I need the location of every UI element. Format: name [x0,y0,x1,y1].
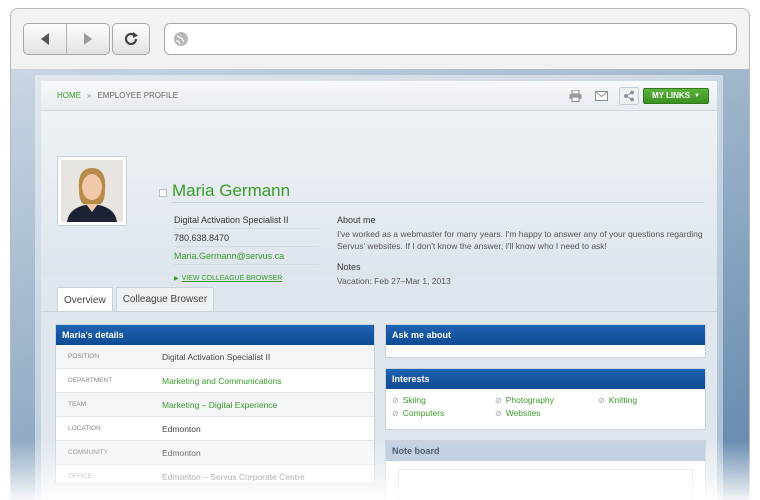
detail-value: Edmonton [162,447,201,458]
print-button[interactable] [567,89,585,103]
name-divider [172,202,704,203]
tag-icon: ⊘ [598,395,605,405]
interests-heading: Interests [386,369,705,389]
contact-info: Digital Activation Specialist II 780.638… [174,211,319,282]
noteboard-input[interactable] [398,469,693,500]
interest-label: Computers [402,408,445,418]
about-text: I've worked as a webmaster for many year… [337,229,703,251]
detail-value: Digital Activation Specialist II [162,351,271,362]
my-links-button[interactable]: MY LINKS ▼ [642,87,709,104]
interest-label: Knitting [608,395,638,405]
about-heading: About me [337,215,376,225]
my-links-label: MY LINKS [651,91,691,100]
interest-item[interactable]: ⊘ Skiing [392,395,495,405]
tab-colleague-browser[interactable]: Colleague Browser [115,287,215,311]
forward-button[interactable] [66,24,109,54]
forward-arrow-icon [84,33,92,45]
department-link[interactable]: Marketing and Communications [162,376,282,386]
breadcrumb-current: EMPLOYEE PROFILE [97,91,178,100]
triangle-right-icon: ▶ [174,276,179,282]
detail-row-location: LOCATION Edmonton [56,417,374,441]
interests-list: ⊘ Skiing ⊘ Photography ⊘ Knitting ⊘ Computer… [386,389,705,418]
browser-window: HOME » EMPLOYEE PROFILE MY LINKS ▼ Maria… [10,8,750,500]
about-section: About me I've worked as a webmaster for … [337,215,707,287]
detail-row-position: POSITION Digital Activation Specialist I… [56,345,374,369]
detail-row-department: DEPARTMENT Marketing and Communications [56,369,374,393]
detail-key: DEPARTMENT [68,377,113,384]
phone-number: 780.638.8470 [174,229,319,247]
details-rows: POSITION Digital Activation Specialist I… [56,345,374,489]
interest-item[interactable]: ⊘ Knitting [598,395,701,405]
person-portrait-icon [61,160,123,222]
profile-tabs: Overview Colleague Browser [57,287,215,312]
ask-me-heading: Ask me about [386,325,705,345]
browser-viewport: HOME » EMPLOYEE PROFILE MY LINKS ▼ Maria… [11,69,749,500]
team-link[interactable]: Marketing – Digital Experience [162,400,277,410]
profile-name: Maria Germann [172,181,291,200]
name-checkbox[interactable] [159,189,167,197]
tab-content: Maria's details POSITION Digital Activat… [41,311,717,500]
detail-key: COMMUNITY [68,449,109,456]
interest-item[interactable]: ⊘ Photography [495,395,598,405]
tag-icon: ⊘ [392,395,399,405]
detail-row-team: TEAM Marketing – Digital Experience [56,393,374,417]
tag-icon: ⊘ [495,408,502,418]
reload-icon [124,32,138,46]
noteboard-panel: Note board [385,440,706,500]
interest-item[interactable]: ⊘ Websites [495,408,598,418]
interest-label: Skiing [402,395,426,405]
envelope-icon [595,90,609,101]
tag-icon: ⊘ [392,408,399,418]
tag-icon: ⊘ [495,395,502,405]
detail-row-office: OFFICE Edmonton – Servus Corporate Centr… [56,465,374,489]
globe-icon [174,32,188,46]
share-button[interactable] [618,86,639,105]
view-colleague-browser-label: VIEW COLLEAGUE BROWSER [181,275,283,282]
noteboard-heading: Note board [386,441,705,461]
email-button[interactable] [593,89,611,103]
details-heading: Maria's details [56,325,374,345]
share-nodes-icon [623,90,634,101]
back-button[interactable] [24,24,66,54]
breadcrumb-home[interactable]: HOME [57,91,81,100]
printer-icon [569,89,582,102]
details-panel: Maria's details POSITION Digital Activat… [55,324,375,489]
notes-text: Vacation: Feb 27–Mar 1, 2013 [337,276,451,286]
reload-button[interactable] [112,23,150,55]
detail-row-community: COMMUNITY Edmonton [56,441,374,465]
profile-page: HOME » EMPLOYEE PROFILE MY LINKS ▼ Maria… [41,81,717,500]
detail-key: LOCATION [68,425,101,432]
breadcrumb-separator: » [87,91,92,100]
detail-key: TEAM [68,401,87,408]
detail-key: POSITION [68,353,100,360]
detail-value: Edmonton – Servus Corporate Centre [162,471,305,482]
top-bar: HOME » EMPLOYEE PROFILE MY LINKS ▼ [41,81,717,111]
interest-label: Websites [505,408,541,418]
interest-item[interactable]: ⊘ Computers [392,408,495,418]
interests-panel: Interests ⊘ Skiing ⊘ Photography ⊘ Knitting… [385,368,706,430]
interest-label: Photography [505,395,554,405]
ask-me-panel: Ask me about [385,324,706,358]
profile-photo [57,156,127,226]
notes-heading: Notes [337,262,361,272]
caret-down-icon: ▼ [694,92,700,99]
nav-buttons [23,23,110,55]
tab-overview[interactable]: Overview [57,287,113,312]
url-bar[interactable] [164,23,737,55]
avatar [61,160,123,222]
back-arrow-icon [41,33,49,45]
detail-value: Edmonton [162,423,201,434]
email-link[interactable]: Maria.Germann@servus.ca [174,247,319,265]
job-title: Digital Activation Specialist II [174,211,319,229]
view-colleague-browser-link[interactable]: ▶ VIEW COLLEAGUE BROWSER [174,275,319,282]
profile-header: Maria Germann Digital Activation Special… [41,111,717,286]
detail-key: OFFICE [68,473,92,480]
